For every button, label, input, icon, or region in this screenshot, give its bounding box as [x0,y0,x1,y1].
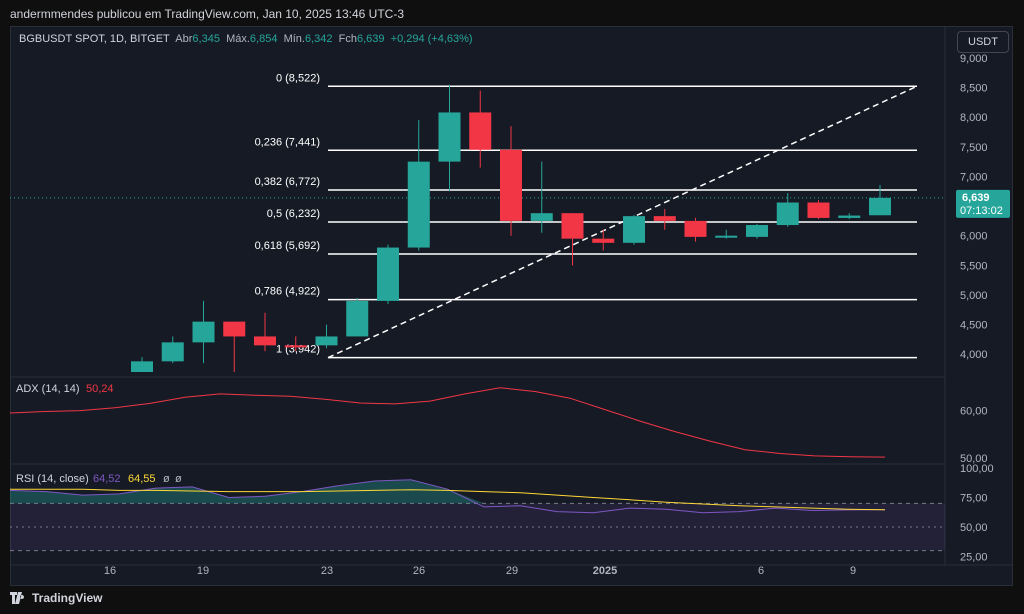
rsi-tick-label: 50,00 [960,522,988,534]
price-tick-label: 8,500 [960,83,988,95]
rsi-value: 64,55 [128,473,156,485]
candle-body [592,238,615,243]
currency-button[interactable]: USDT [957,31,1009,53]
candle-body [776,202,799,226]
fib-level-label: 0,382 (6,772) [255,176,320,188]
candle-body [807,202,830,218]
price-tick-label: 8,000 [960,112,988,124]
candle-body [438,112,461,162]
price-tick-label: 7,500 [960,142,988,154]
candle-body [254,336,276,346]
candle-body [284,345,307,348]
tradingview-logo[interactable]: TradingView [10,591,102,605]
candle-body [530,213,553,221]
price-tick-label: 9,000 [960,53,988,65]
adx-line [9,387,886,458]
rsi-value: ø [175,473,182,485]
candle-body [131,361,153,372]
time-tick-label: 16 [104,565,116,577]
candle-body [653,216,676,221]
candle-body [746,225,768,237]
countdown-value: 07:13:02 [960,205,1003,217]
adx-title: ADX (14, 14) [16,383,80,395]
candle-body [192,321,215,343]
candle-body [500,149,522,221]
candle-body [346,300,369,337]
candle-body [684,220,707,237]
price-tick-label: 4,500 [960,320,988,332]
rsi-tick-label: 75,00 [960,492,988,504]
candle-body [623,216,645,243]
candle-body [161,342,184,362]
time-tick-label: 2025 [593,565,617,577]
price-tick-label: 4,000 [960,349,988,361]
candle-body [377,247,399,301]
candle-body [407,161,430,248]
price-tick-label: 5,500 [960,260,988,272]
rsi-value: 64,52 [93,473,121,485]
time-tick-label: 26 [413,565,425,577]
last-price-value: 6,639 [962,192,990,204]
candle-body [223,321,246,337]
time-tick-label: 29 [506,565,518,577]
tradingview-logo-text: TradingView [32,591,103,605]
rsi-title: RSI (14, close) [16,473,89,485]
adx-tick-label: 60,00 [960,406,988,418]
candle-body [315,336,338,346]
time-tick-label: 23 [321,565,333,577]
time-tick-label: 9 [850,565,856,577]
fib-level-label: 0,236 (7,441) [255,136,320,148]
time-tick-label: 6 [758,565,764,577]
price-tick-label: 5,000 [960,290,988,302]
time-tick-label: 19 [197,565,209,577]
adx-value: 50,24 [86,383,114,395]
price-tick-label: 7,000 [960,171,988,183]
fib-level-label: 0,786 (4,922) [255,286,320,298]
candle-body [469,112,492,150]
chart-window: andermmendes publicou em TradingView.com… [0,0,1024,614]
candle-body [869,197,891,216]
chart-canvas[interactable]: 4,0004,5005,0005,5006,0006,5007,0007,500… [0,0,1024,614]
candle-body [838,215,861,218]
fib-level-label: 0,618 (5,692) [255,240,320,252]
fib-level-label: 0 (8,522) [276,72,320,84]
price-tick-label: 6,000 [960,231,988,243]
candle-body [715,235,738,238]
rsi-tick-label: 25,00 [960,551,988,563]
tradingview-logo-icon [10,592,25,604]
fib-level-label: 0,5 (6,232) [267,208,320,220]
rsi-tick-label: 100,00 [960,463,994,475]
candle-body [561,213,584,239]
rsi-value: ø [163,473,170,485]
